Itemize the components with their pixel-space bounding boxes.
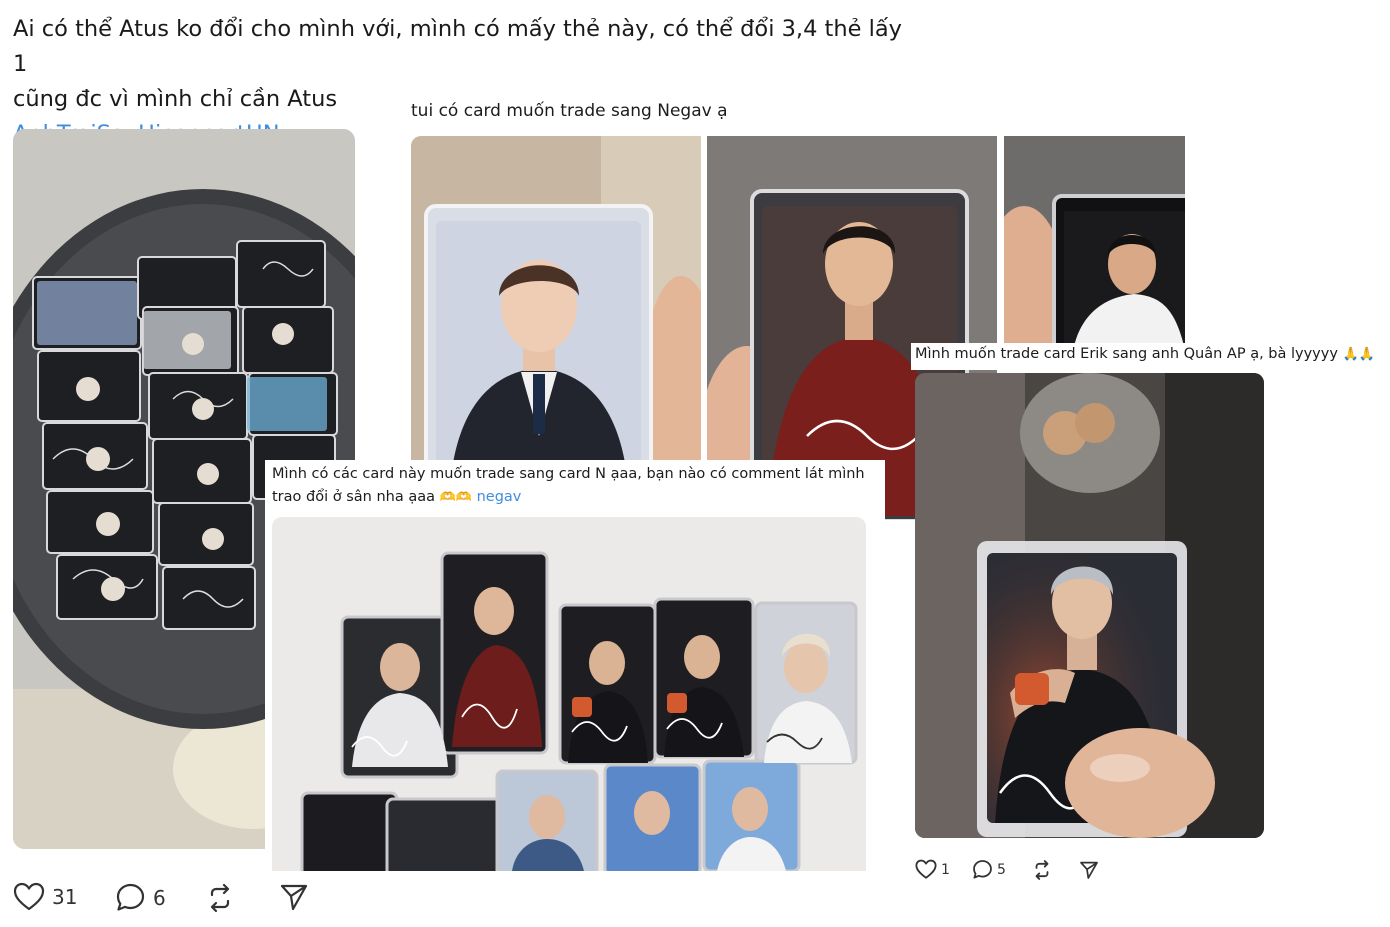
like-button[interactable]: 31 <box>13 882 77 912</box>
negav-trade-caption: tui có card muốn trade sang Negav ạ <box>411 101 728 121</box>
comment-icon <box>116 883 145 911</box>
card-n-post: Mình có các card này muốn trade sang car… <box>265 460 885 872</box>
erik-comment-count: 5 <box>997 861 1006 878</box>
erik-share-button[interactable] <box>1079 860 1099 880</box>
erik-comment-button[interactable]: 5 <box>972 859 1006 880</box>
negav-trade-photo-3[interactable] <box>1004 136 1185 346</box>
erik-trade-photo[interactable] <box>915 373 1264 838</box>
erik-like-button[interactable]: 1 <box>915 859 950 880</box>
repost-icon <box>1035 860 1049 880</box>
main-post-line-1: Ai có thể Atus ko đổi cho mình với, mình… <box>13 16 902 77</box>
negav-hashtag-link[interactable]: negav <box>477 489 522 505</box>
erik-like-count: 1 <box>941 861 950 878</box>
comment-button[interactable]: 6 <box>115 882 166 913</box>
comment-icon <box>973 860 992 879</box>
repost-button[interactable] <box>204 882 236 914</box>
heart-icon <box>13 882 45 911</box>
card-n-photo[interactable] <box>272 517 866 871</box>
share-button[interactable] <box>279 882 309 912</box>
send-icon <box>1080 861 1098 879</box>
like-count: 31 <box>52 885 78 909</box>
erik-trade-caption: Mình muốn trade card Erik sang anh Quân … <box>911 343 1381 370</box>
photocard-image <box>1004 136 1185 346</box>
erik-repost-button[interactable] <box>1031 859 1053 881</box>
repost-icon <box>210 883 230 913</box>
erik-photocard-image <box>915 373 1264 838</box>
photocards-collection-image <box>272 517 866 871</box>
photocard-image <box>411 136 701 476</box>
erik-trade-text: Mình muốn trade card Erik sang anh Quân … <box>915 346 1338 362</box>
card-n-line-2: trao đổi ở sân nha ạaa 🫶🫶 negav <box>272 486 882 509</box>
heart-icon <box>915 859 937 879</box>
send-icon <box>280 884 308 911</box>
card-n-caption: Mình có các card này muốn trade sang car… <box>272 463 882 509</box>
card-n-line-1: Mình có các card này muốn trade sang car… <box>272 466 865 482</box>
card-n-line-2-text: trao đổi ở sân nha ạaa <box>272 489 435 505</box>
pray-emoji: 🙏🙏 <box>1342 347 1375 362</box>
heart-hands-emoji: 🫶🫶 <box>439 490 472 505</box>
negav-trade-photo-1[interactable] <box>411 136 701 476</box>
comment-count: 6 <box>153 885 166 910</box>
